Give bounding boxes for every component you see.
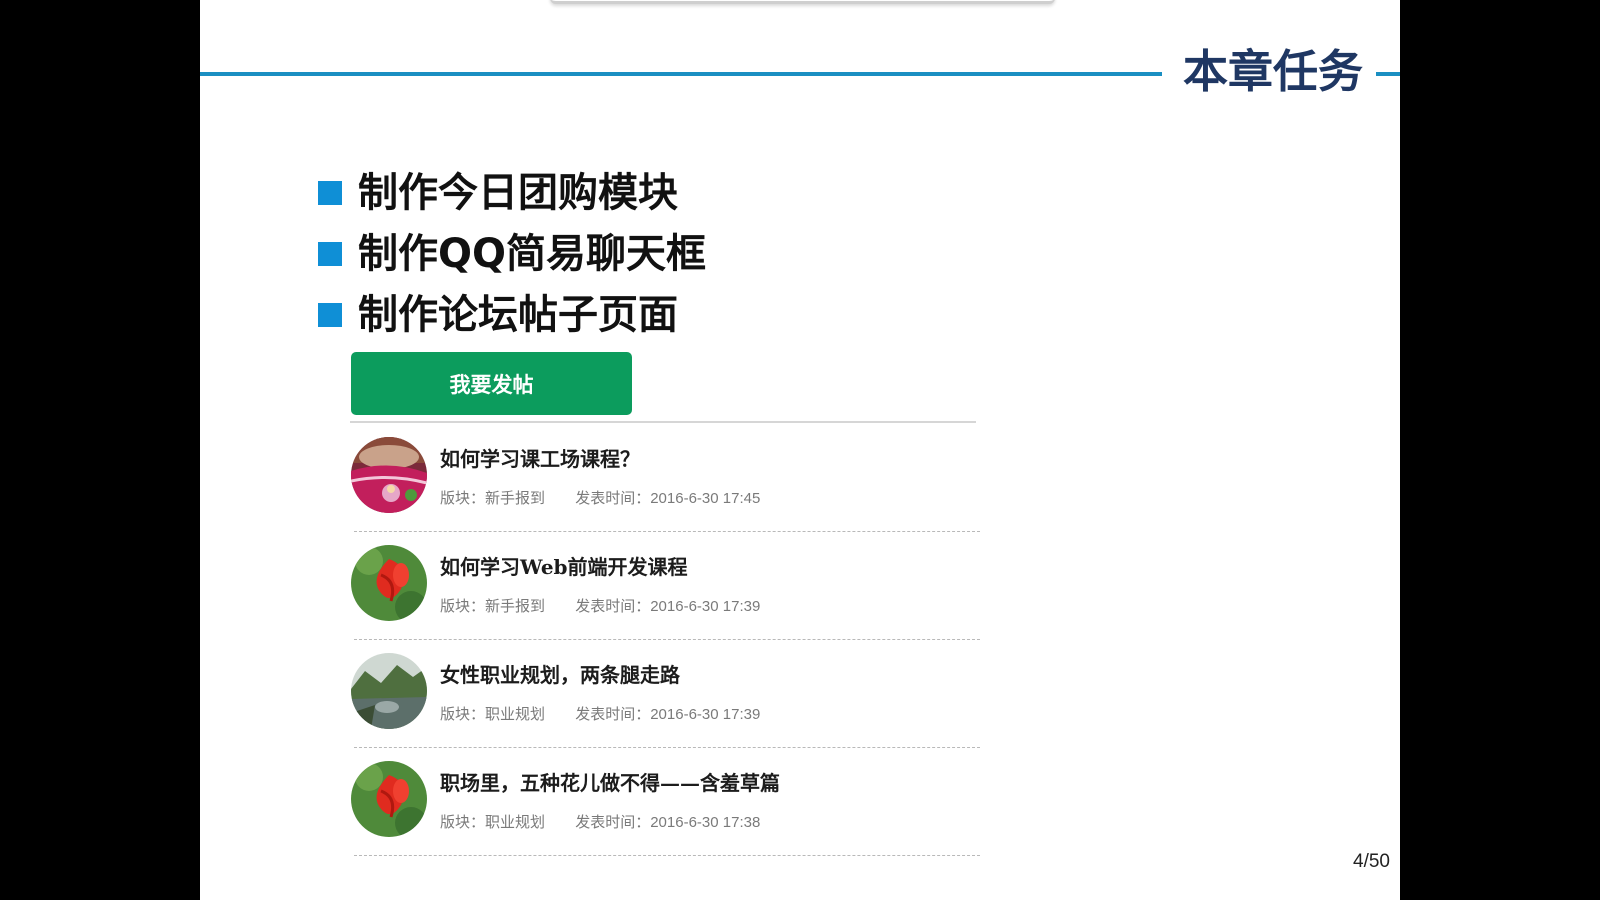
board-name[interactable]: 新手报到: [485, 487, 545, 508]
bullet-square-icon: [318, 180, 342, 205]
post-board: 版块：新手报到: [440, 595, 545, 616]
post-title[interactable]: 职场里，五种花儿做不得——含羞草篇: [440, 767, 780, 796]
task-label: 制作QQ简易聊天框: [358, 230, 707, 277]
post-item[interactable]: 如何学习Web前端开发课程 版块：新手报到 发表时间：2016-6-30 17:…: [350, 543, 980, 651]
board-prefix: 版块：: [440, 706, 486, 723]
forum-divider: [350, 421, 976, 423]
red-flower-icon[interactable]: [351, 545, 427, 621]
post-time: 发表时间：2016-6-30 17:45: [575, 487, 760, 508]
post-meta: 版块：职业规划 发表时间：2016-6-30 17:38: [440, 811, 760, 832]
page-number: 4/50: [1353, 851, 1390, 872]
post-item[interactable]: 女性职业规划，两条腿走路 版块：职业规划 发表时间：2016-6-30 17:3…: [350, 651, 980, 759]
slide: 本章任务 制作今日团购模块 制作QQ简易聊天框 制作论坛帖子页面 我要发帖 如何…: [200, 0, 1400, 900]
post-time: 发表时间：2016-6-30 17:39: [575, 703, 760, 724]
bullet-square-icon: [318, 241, 342, 266]
board-name[interactable]: 职业规划: [485, 811, 545, 832]
landscape-icon[interactable]: [351, 653, 427, 729]
post-meta: 版块：新手报到 发表时间：2016-6-30 17:39: [440, 595, 760, 616]
post-item[interactable]: 职场里，五种花儿做不得——含羞草篇 版块：职业规划 发表时间：2016-6-30…: [350, 759, 980, 867]
time-prefix: 发表时间：: [575, 490, 651, 507]
bullet-square-icon: [318, 302, 342, 327]
time-value: 2016-6-30 17:38: [650, 814, 761, 831]
red-flower-icon[interactable]: [351, 761, 427, 837]
post-board: 版块：新手报到: [440, 487, 545, 508]
board-prefix: 版块：: [440, 598, 486, 615]
slide-top-tab: [550, 0, 1055, 4]
board-name[interactable]: 职业规划: [485, 703, 545, 724]
time-value: 2016-6-30 17:39: [650, 706, 761, 723]
chapter-title: 本章任务: [1182, 45, 1363, 98]
header-rule-end: [1376, 72, 1400, 76]
task-item: 制作QQ简易聊天框: [318, 223, 706, 284]
task-item: 制作论坛帖子页面: [318, 284, 706, 345]
post-meta: 版块：职业规划 发表时间：2016-6-30 17:39: [440, 703, 760, 724]
time-prefix: 发表时间：: [575, 814, 651, 831]
kids-photo-icon[interactable]: [351, 437, 427, 513]
time-value: 2016-6-30 17:39: [650, 598, 761, 615]
post-meta: 版块：新手报到 发表时间：2016-6-30 17:45: [440, 487, 760, 508]
time-value: 2016-6-30 17:45: [650, 490, 761, 507]
post-title[interactable]: 如何学习Web前端开发课程: [440, 551, 688, 580]
board-prefix: 版块：: [440, 814, 486, 831]
post-board: 版块：职业规划: [440, 703, 545, 724]
task-label: 制作今日团购模块: [358, 169, 678, 216]
header-rule: [200, 72, 1162, 76]
task-item: 制作今日团购模块: [318, 162, 706, 223]
time-prefix: 发表时间：: [575, 598, 651, 615]
task-list: 制作今日团购模块 制作QQ简易聊天框 制作论坛帖子页面: [318, 162, 706, 345]
new-post-button[interactable]: 我要发帖: [351, 352, 632, 415]
post-list: 如何学习课工场课程？ 版块：新手报到 发表时间：2016-6-30 17:45: [350, 435, 980, 867]
post-board: 版块：职业规划: [440, 811, 545, 832]
post-time: 发表时间：2016-6-30 17:38: [575, 811, 760, 832]
post-item[interactable]: 如何学习课工场课程？ 版块：新手报到 发表时间：2016-6-30 17:45: [350, 435, 980, 543]
post-title[interactable]: 如何学习课工场课程？: [440, 443, 640, 472]
board-prefix: 版块：: [440, 490, 486, 507]
task-label: 制作论坛帖子页面: [358, 291, 678, 338]
time-prefix: 发表时间：: [575, 706, 651, 723]
board-name[interactable]: 新手报到: [485, 595, 545, 616]
post-title[interactable]: 女性职业规划，两条腿走路: [440, 659, 680, 688]
post-time: 发表时间：2016-6-30 17:39: [575, 595, 760, 616]
